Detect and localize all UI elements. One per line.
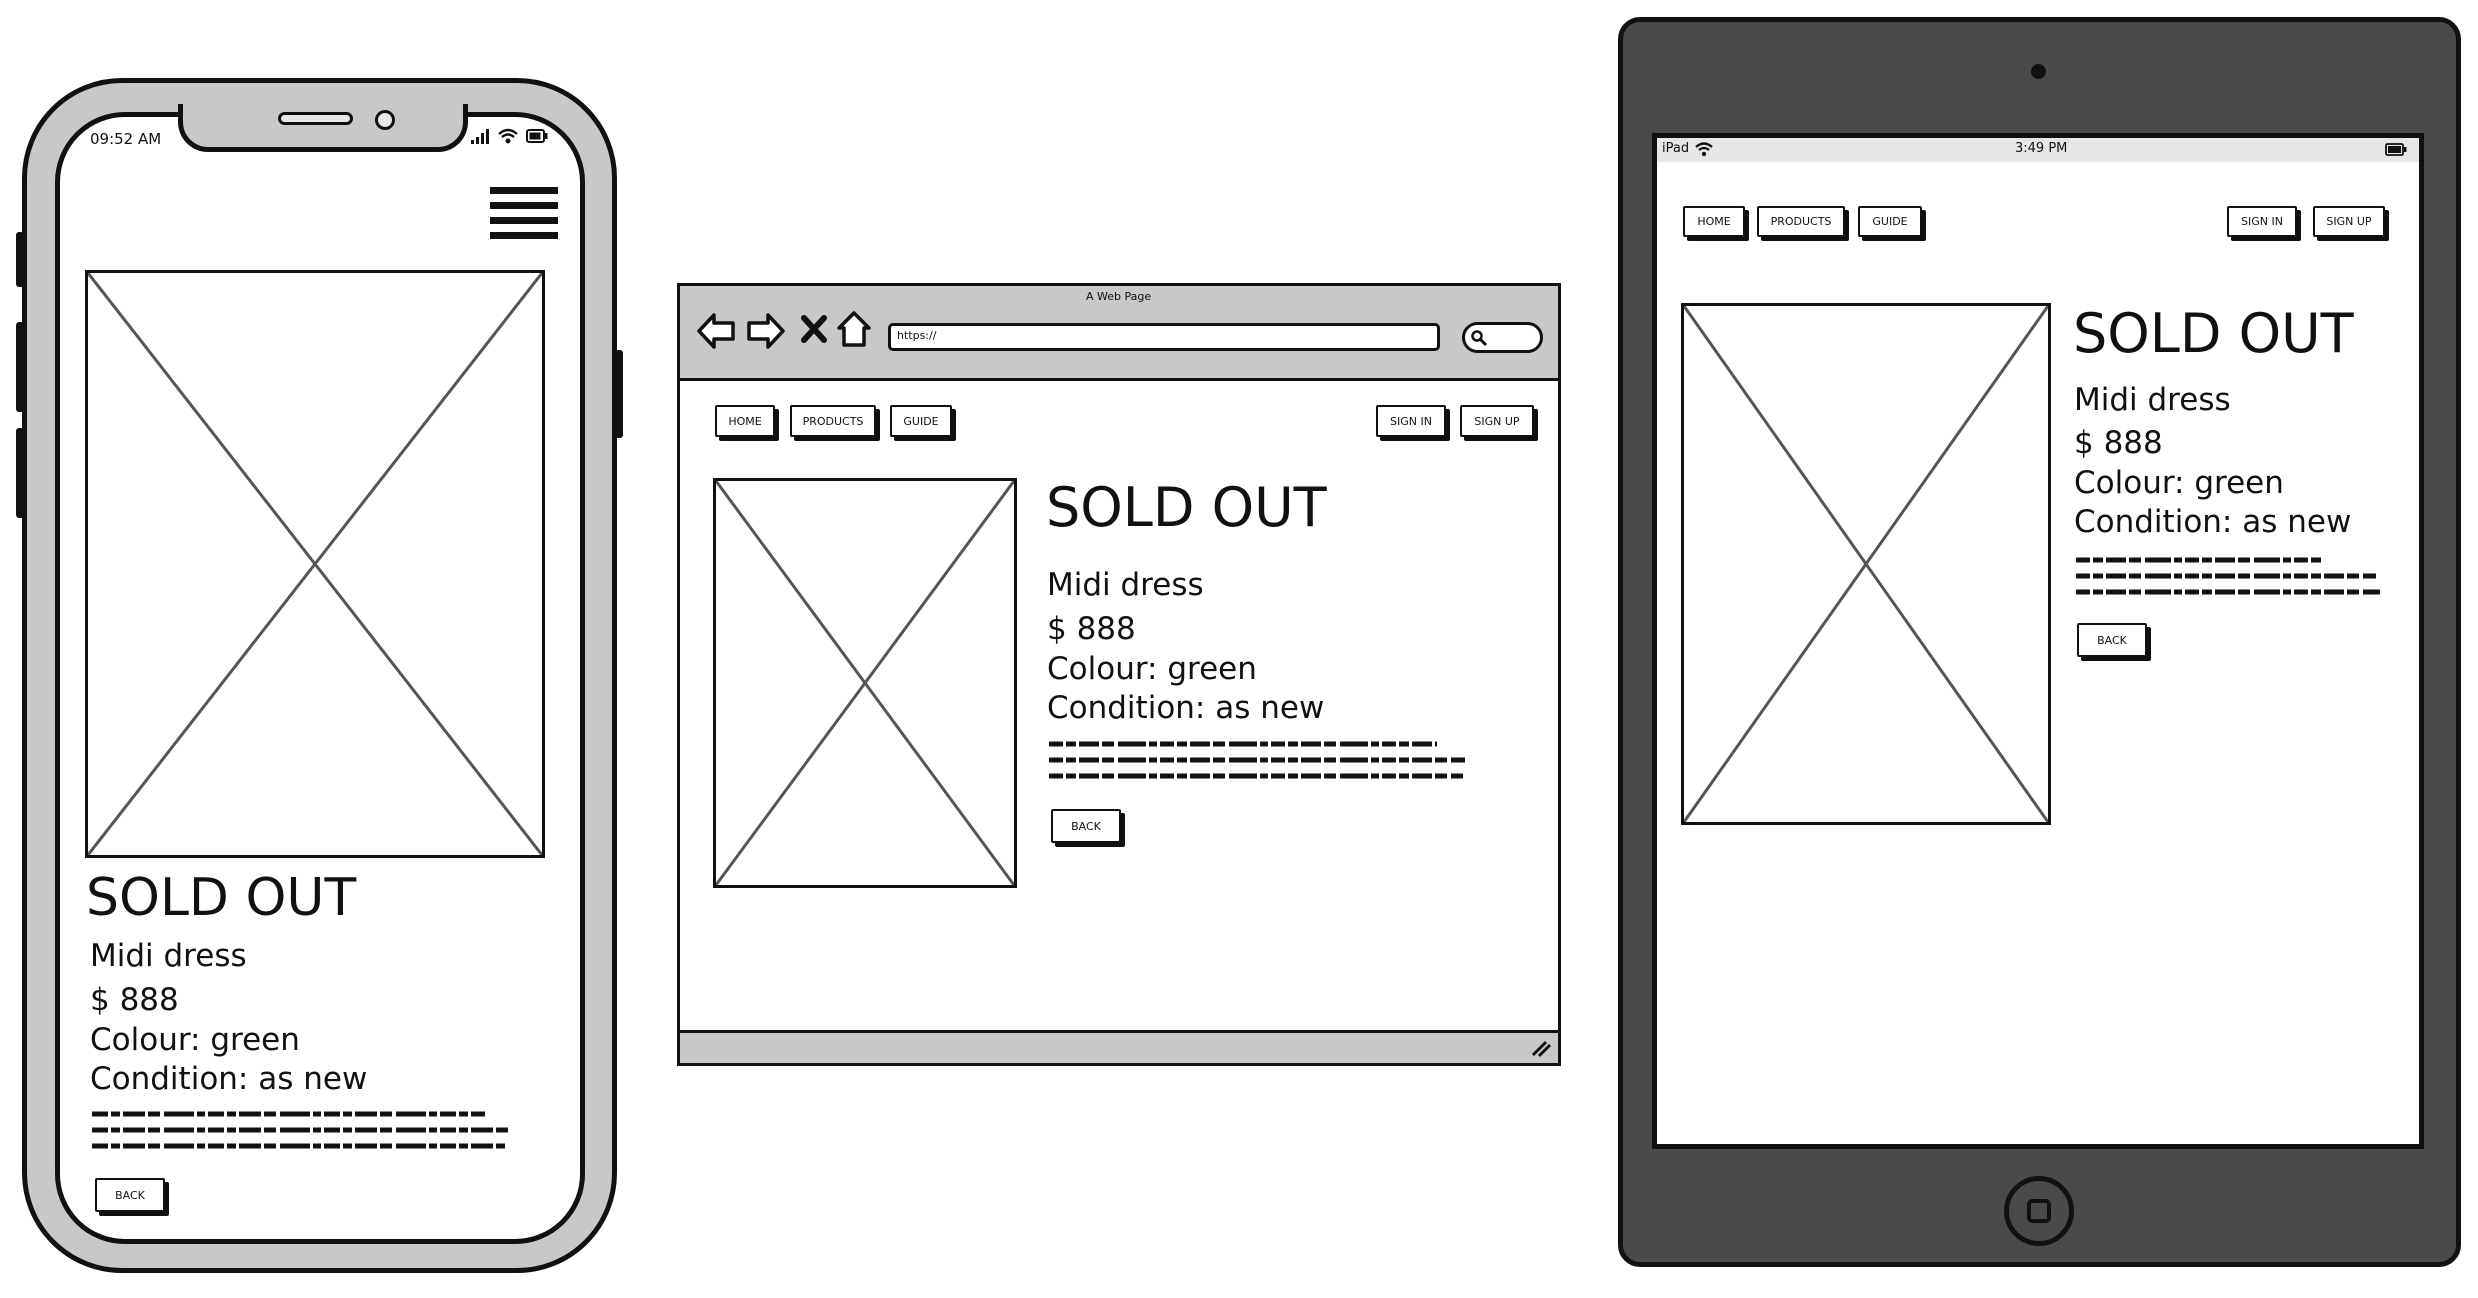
sign-up-label: SIGN UP [1474, 414, 1520, 428]
forward-arrow-icon[interactable] [746, 312, 786, 350]
back-arrow-icon[interactable] [696, 312, 736, 350]
nav-home-button[interactable]: HOME [1683, 206, 1745, 237]
phone-camera [375, 110, 395, 130]
sign-up-label: SIGN UP [2326, 215, 2372, 228]
product-price: $ 888 [2074, 425, 2163, 461]
tablet-device-label: iPad [1662, 141, 1690, 156]
back-button[interactable]: BACK [2077, 623, 2147, 657]
product-condition: Condition: as new [90, 1061, 368, 1097]
nav-products-button[interactable]: PRODUCTS [790, 405, 876, 437]
home-button-square [2027, 1199, 2051, 1223]
product-price: $ 888 [90, 982, 179, 1018]
sign-up-button[interactable]: SIGN UP [1460, 405, 1534, 437]
hamburger-menu-icon[interactable] [489, 185, 559, 243]
back-button[interactable]: BACK [1051, 809, 1121, 843]
browser-search-box[interactable] [1462, 322, 1543, 353]
page-title: SOLD OUT [86, 868, 357, 928]
product-name: Midi dress [2074, 382, 2231, 418]
description-text [90, 1110, 510, 1154]
signal-icon [471, 129, 489, 144]
product-condition: Condition: as new [1047, 690, 1325, 726]
sign-in-label: SIGN IN [2241, 215, 2283, 228]
nav-home-button[interactable]: HOME [715, 405, 775, 437]
nav-guide-label: GUIDE [903, 414, 939, 428]
nav-products-label: PRODUCTS [1770, 215, 1832, 228]
nav-home-label: HOME [1697, 215, 1731, 228]
phone-status-time: 09:52 AM [90, 130, 162, 148]
page-title: SOLD OUT [2073, 302, 2354, 365]
nav-products-label: PRODUCTS [802, 414, 864, 428]
nav-guide-label: GUIDE [1872, 215, 1908, 228]
phone-speaker [278, 112, 353, 125]
product-colour: Colour: green [90, 1022, 300, 1058]
page-title: SOLD OUT [1046, 476, 1327, 539]
product-colour: Colour: green [1047, 651, 1257, 687]
description-text [1047, 740, 1467, 784]
back-button[interactable]: BACK [95, 1178, 165, 1212]
tablet-home-button[interactable] [2004, 1176, 2074, 1246]
product-image-placeholder [1681, 303, 2051, 825]
product-image-placeholder [85, 270, 545, 858]
nav-guide-button[interactable]: GUIDE [890, 405, 952, 437]
resize-grip-icon[interactable] [1530, 1038, 1552, 1058]
wifi-icon [1695, 142, 1713, 157]
close-icon[interactable] [800, 314, 828, 344]
browser-window-title: A Web Page [1086, 290, 1152, 303]
sign-in-button[interactable]: SIGN IN [1376, 405, 1446, 437]
search-icon [1471, 330, 1488, 347]
product-name: Midi dress [90, 938, 247, 974]
phone-notch [178, 104, 468, 152]
home-icon[interactable] [836, 310, 872, 348]
browser-status-bar [680, 1030, 1558, 1063]
sign-in-label: SIGN IN [1390, 414, 1432, 428]
tablet-status-time: 3:49 PM [2015, 141, 2068, 156]
description-text [2074, 556, 2384, 600]
nav-guide-button[interactable]: GUIDE [1858, 206, 1922, 237]
sign-in-button[interactable]: SIGN IN [2227, 206, 2297, 237]
back-button-label: BACK [1071, 819, 1101, 833]
battery-icon [526, 129, 548, 143]
nav-products-button[interactable]: PRODUCTS [1757, 206, 1845, 237]
product-colour: Colour: green [2074, 465, 2284, 501]
product-image-placeholder [713, 478, 1017, 888]
sign-up-button[interactable]: SIGN UP [2313, 206, 2385, 237]
address-bar-url: https:// [897, 329, 937, 342]
wifi-icon [498, 128, 518, 144]
product-condition: Condition: as new [2074, 504, 2352, 540]
nav-home-label: HOME [728, 414, 762, 428]
back-button-label: BACK [2097, 633, 2127, 647]
product-price: $ 888 [1047, 611, 1136, 647]
back-button-label: BACK [115, 1188, 145, 1202]
battery-icon [2385, 143, 2407, 156]
tablet-camera [2031, 64, 2046, 79]
product-name: Midi dress [1047, 567, 1204, 603]
address-bar[interactable]: https:// [888, 323, 1440, 351]
